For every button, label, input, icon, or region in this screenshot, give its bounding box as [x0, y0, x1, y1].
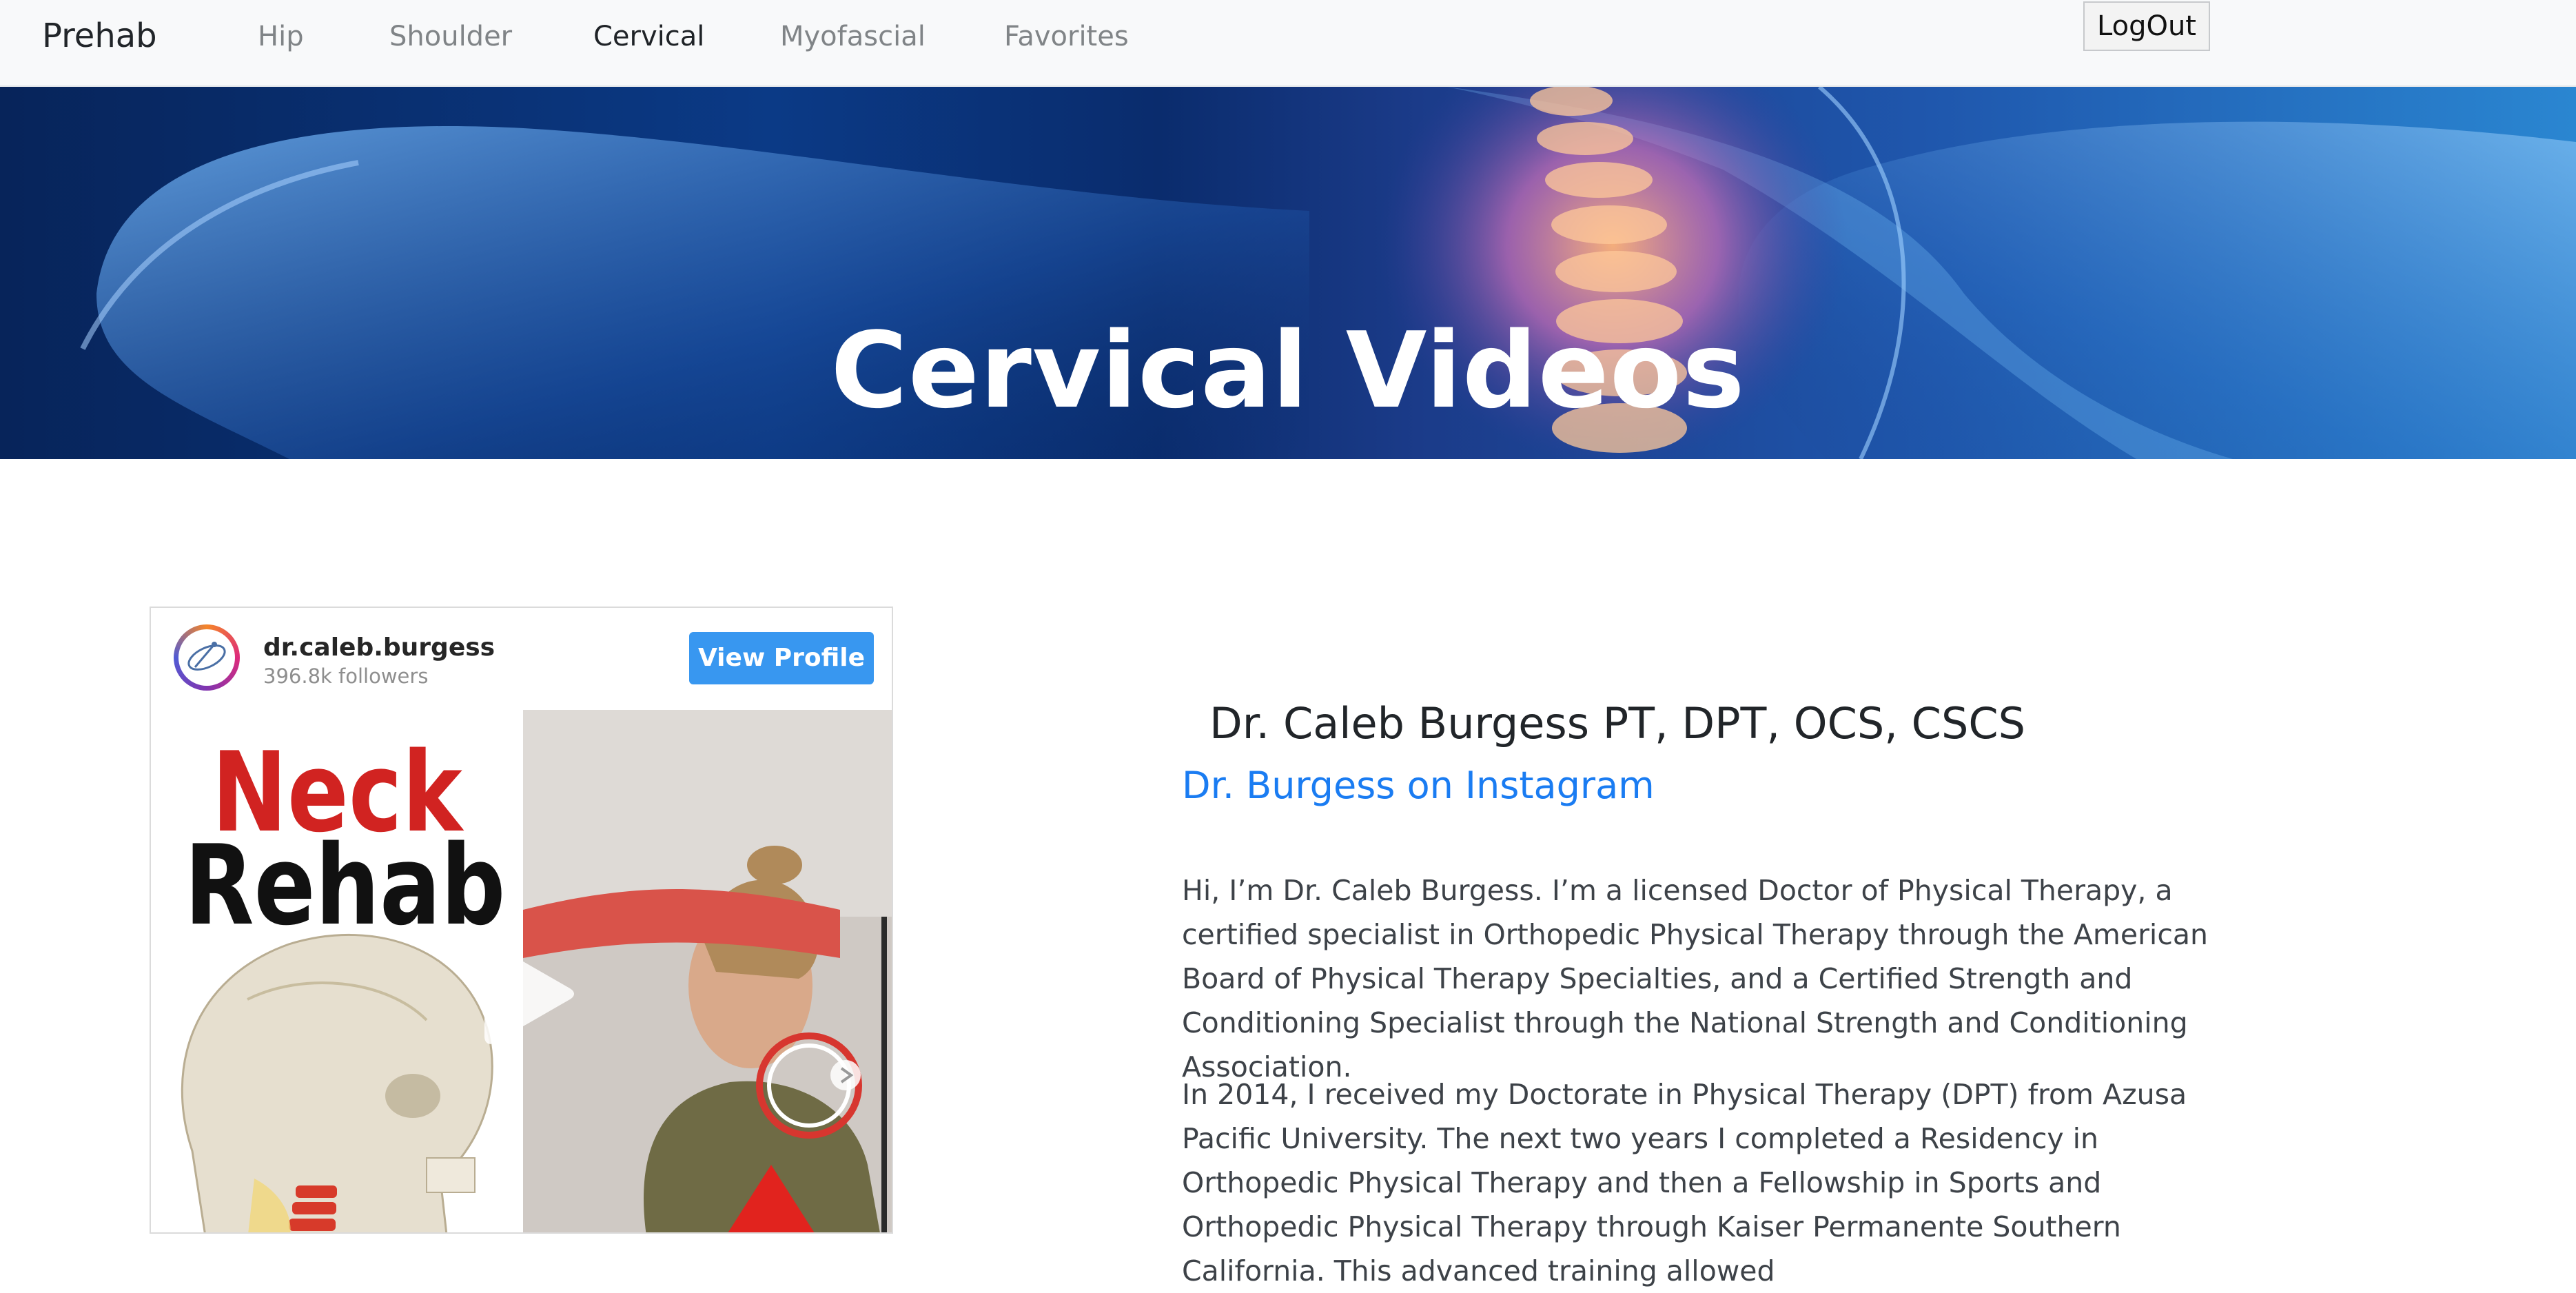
doctor-name-heading: Dr. Caleb Burgess PT, DPT, OCS, CSCS: [1209, 698, 2025, 749]
instagram-followers-count: 396.8k followers: [263, 664, 429, 688]
instagram-username[interactable]: dr.caleb.burgess: [263, 633, 495, 663]
thumbnail-title-line2: Rehab: [184, 821, 506, 950]
bio-paragraph-2: In 2014, I received my Doctorate in Phys…: [1182, 1078, 2187, 1287]
top-navbar: Prehab Hip Shoulder Cervical Myofascial …: [0, 0, 2576, 87]
instagram-link[interactable]: Dr. Burgess on Instagram: [1182, 758, 1655, 813]
instagram-avatar[interactable]: [174, 624, 240, 691]
logout-button[interactable]: LogOut: [2083, 1, 2210, 51]
hero-banner: Cervical Videos: [0, 87, 2576, 459]
profile-logo-icon: [187, 642, 226, 671]
instagram-embed-card[interactable]: dr.caleb.burgess 396.8k followers View P…: [150, 607, 893, 1234]
play-icon[interactable]: [454, 918, 606, 1070]
instagram-video-thumbnail[interactable]: Neck Rehab: [151, 710, 892, 1232]
nav-link-hip[interactable]: Hip: [258, 19, 304, 54]
nav-link-cervical[interactable]: Cervical: [593, 19, 704, 54]
page-title: Cervical Videos: [830, 309, 1746, 431]
bio-paragraph-1: Hi, I’m Dr. Caleb Burgess. I’m a license…: [1182, 874, 2208, 1083]
brand-link[interactable]: Prehab: [42, 15, 157, 57]
nav-link-shoulder[interactable]: Shoulder: [389, 19, 512, 54]
view-profile-button[interactable]: View Profile: [689, 632, 874, 684]
nav-link-favorites[interactable]: Favorites: [1004, 19, 1129, 54]
nav-link-myofascial[interactable]: Myofascial: [780, 19, 926, 54]
